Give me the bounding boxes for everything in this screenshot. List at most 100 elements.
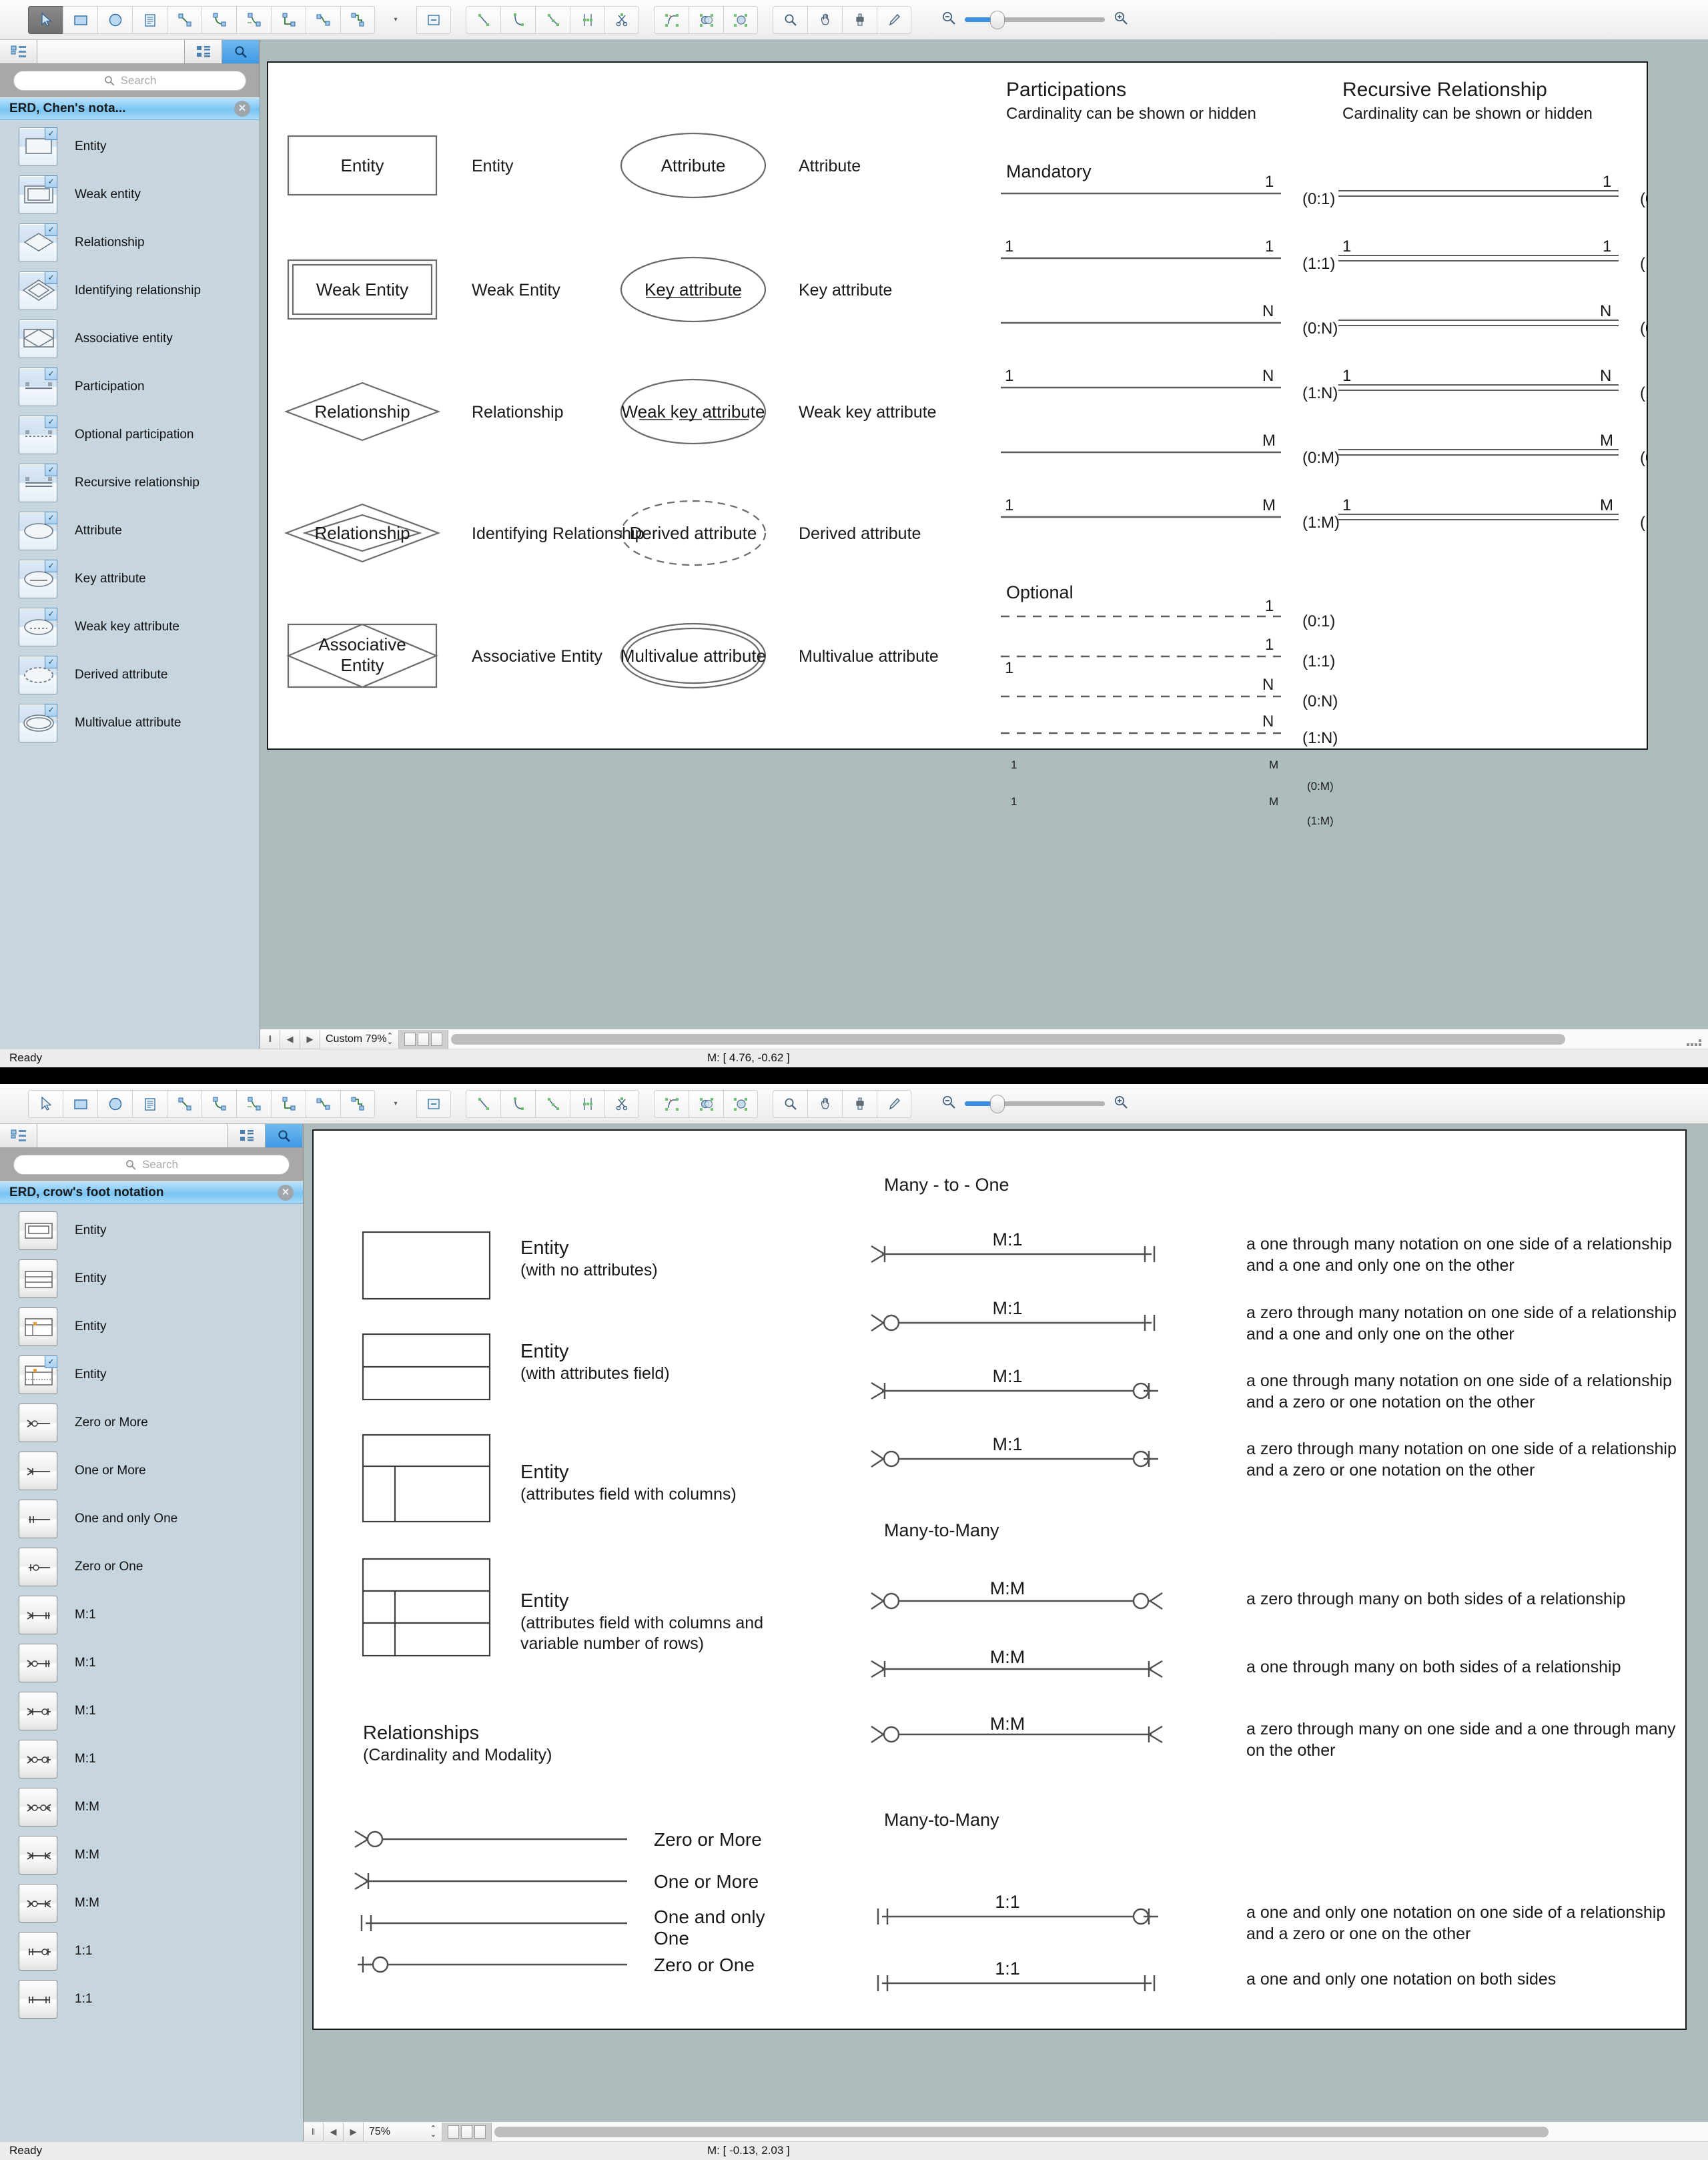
connector-dropdown-caret-icon[interactable]: ▾ (390, 6, 402, 34)
tab-library-tree[interactable] (0, 40, 37, 63)
tab-library-name-field-2[interactable] (37, 1124, 228, 1147)
multivalue-attribute-double-ellipse-icon[interactable]: ✓ (19, 704, 57, 742)
sidebar-item-optional-participation[interactable]: ✓ Optional participation (0, 411, 260, 459)
sidebar-item-1-1[interactable]: 1:1 (0, 1927, 303, 1975)
participation-line-icon[interactable]: ✓ (19, 368, 57, 406)
one-or-more-icon[interactable] (19, 1452, 57, 1490)
sidebar-item-derived-attribute[interactable]: ✓ Derived attribute (0, 651, 260, 699)
format-painter-tool-2[interactable] (842, 1089, 877, 1118)
select-tool[interactable] (28, 5, 63, 34)
scissors-tool[interactable] (604, 5, 639, 34)
hscroll-thumb-2[interactable] (494, 2126, 1549, 2137)
one-and-only-one-icon[interactable] (19, 1500, 57, 1538)
m-to-1-one-many-icon[interactable] (19, 1596, 57, 1634)
one-to-one-zero-one-icon[interactable] (19, 1932, 57, 1971)
zoom-level-field[interactable]: Custom 79% ⌃ ⌄ (320, 1029, 399, 1049)
chain-tool[interactable] (416, 5, 451, 34)
search-input-2[interactable]: Search (13, 1155, 290, 1175)
ellipse-tool-2[interactable] (97, 1089, 132, 1118)
sidebar-item-m-m[interactable]: M:M (0, 1783, 303, 1831)
sidebar-item-weak-key-attribute[interactable]: ✓ Weak key attribute (0, 603, 260, 651)
page-view-2[interactable] (418, 1032, 429, 1046)
hscroll-track[interactable] (448, 1029, 1708, 1049)
line-tool[interactable] (466, 5, 500, 34)
sidebar-item-m-1[interactable]: M:1 (0, 1639, 303, 1687)
zoom-in-icon[interactable] (1112, 9, 1130, 31)
sidebar-item-m-1[interactable]: M:1 (0, 1735, 303, 1783)
sidebar-item-participation[interactable]: ✓ Participation (0, 363, 260, 411)
page-view-buttons[interactable] (399, 1029, 448, 1049)
next-page-button[interactable]: ▶ (300, 1029, 320, 1049)
page-view-1b[interactable] (448, 2125, 459, 2139)
close-icon-2[interactable]: ✕ (278, 1185, 294, 1201)
line-tool-2[interactable] (466, 1089, 500, 1118)
right-angle-connector-tool[interactable] (271, 5, 306, 34)
weak-entity-double-rect-icon[interactable]: ✓ (19, 175, 57, 214)
sidebar-item-m-1[interactable]: M:1 (0, 1591, 303, 1639)
resize-grip-icon[interactable] (1687, 1033, 1704, 1047)
polyline-tool-2[interactable] (535, 1089, 570, 1118)
canvas-chen[interactable]: Entity Weak Entity Relationship Relation… (260, 40, 1708, 1049)
identifying-relationship-double-diamond-icon[interactable]: ✓ (19, 272, 57, 310)
next-page-button-2[interactable]: ▶ (344, 2122, 364, 2141)
bezier-connector-tool[interactable] (306, 5, 340, 34)
tab-grid-view-2[interactable] (228, 1124, 266, 1147)
attribute-ellipse-icon[interactable]: ✓ (19, 512, 57, 550)
sidebar-item-zero-or-more[interactable]: Zero or More (0, 1399, 303, 1447)
polyline-tool[interactable] (535, 5, 570, 34)
entity-header-box-icon[interactable] (19, 1211, 57, 1250)
canvas-crowsfoot[interactable]: Entity (with no attributes) Entity (with… (304, 1124, 1708, 2141)
hand-tool-2[interactable] (807, 1089, 842, 1118)
format-painter-tool[interactable] (842, 5, 877, 34)
library-title-bar-2[interactable]: ERD, crow's foot notation ✕ (0, 1181, 303, 1204)
zero-or-more-icon[interactable] (19, 1404, 57, 1442)
derived-attribute-dashed-ellipse-icon[interactable]: ✓ (19, 656, 57, 694)
eyedropper-tool[interactable] (877, 5, 911, 34)
sidebar-item-1-1[interactable]: 1:1 (0, 1975, 303, 2023)
tab-library-tree-2[interactable] (0, 1124, 37, 1147)
pause-button[interactable]: ‖ (260, 1029, 280, 1049)
optional-participation-dashed-icon[interactable]: ✓ (19, 416, 57, 454)
zoom-in-icon-2[interactable] (1112, 1093, 1130, 1115)
curved-connector-tool[interactable] (201, 5, 236, 34)
group-shapes-tool[interactable] (723, 5, 758, 34)
sidebar-item-m-m[interactable]: M:M (0, 1879, 303, 1927)
sidebar-item-relationship[interactable]: ✓ Relationship (0, 219, 260, 267)
one-to-one-icon[interactable] (19, 1980, 57, 2019)
library-title-bar[interactable]: ERD, Chen's nota... ✕ (0, 97, 260, 120)
align-nodes-tool[interactable] (570, 5, 604, 34)
sidebar-item-m-m[interactable]: M:M (0, 1831, 303, 1879)
smart-connector-tool[interactable] (236, 5, 271, 34)
page-view-2b[interactable] (461, 2125, 472, 2139)
magnifier-tool[interactable] (773, 5, 807, 34)
sidebar-item-entity[interactable]: Entity (0, 1255, 303, 1303)
stepper-icon-2[interactable]: ⌃ ⌄ (430, 2125, 436, 2138)
right-angle-connector-tool-2[interactable] (271, 1089, 306, 1118)
prev-page-button[interactable]: ◀ (280, 1029, 300, 1049)
tab-search[interactable] (222, 40, 260, 63)
sidebar-item-entity[interactable]: ✓ Entity (0, 1351, 303, 1399)
magnifier-tool-2[interactable] (773, 1089, 807, 1118)
weak-key-attribute-ellipse-icon[interactable]: ✓ (19, 608, 57, 646)
m-to-m-zero-many-icon[interactable] (19, 1788, 57, 1826)
bezier-connector-tool-2[interactable] (306, 1089, 340, 1118)
close-icon[interactable]: ✕ (234, 101, 250, 117)
hscroll-track-2[interactable] (492, 2122, 1708, 2141)
hscrollbar-bottom[interactable]: ‖ ◀ ▶ 75% ⌃ ⌄ (304, 2121, 1708, 2141)
sidebar-item-entity[interactable]: Entity (0, 1207, 303, 1255)
prev-page-button-2[interactable]: ◀ (324, 2122, 344, 2141)
sidebar-item-one-or-more[interactable]: One or More (0, 1447, 303, 1495)
entity-rect-icon[interactable]: ✓ (19, 127, 57, 166)
tab-search-2[interactable] (266, 1124, 303, 1147)
sidebar-item-entity[interactable]: ✓ Entity (0, 123, 260, 171)
eyedropper-tool-2[interactable] (877, 1089, 911, 1118)
tab-grid-view[interactable] (185, 40, 222, 63)
smart-connector-tool-2[interactable] (236, 1089, 271, 1118)
sidebar-item-entity[interactable]: Entity (0, 1303, 303, 1351)
chain-tool-2[interactable] (416, 1089, 451, 1118)
entity-variable-rows-icon[interactable]: ✓ (19, 1356, 57, 1394)
hscroll-thumb[interactable] (451, 1033, 1565, 1045)
sidebar-item-identifying-relationship[interactable]: ✓ Identifying relationship (0, 267, 260, 315)
page-view-3b[interactable] (474, 2125, 486, 2139)
tab-library-name-field[interactable] (37, 40, 185, 63)
